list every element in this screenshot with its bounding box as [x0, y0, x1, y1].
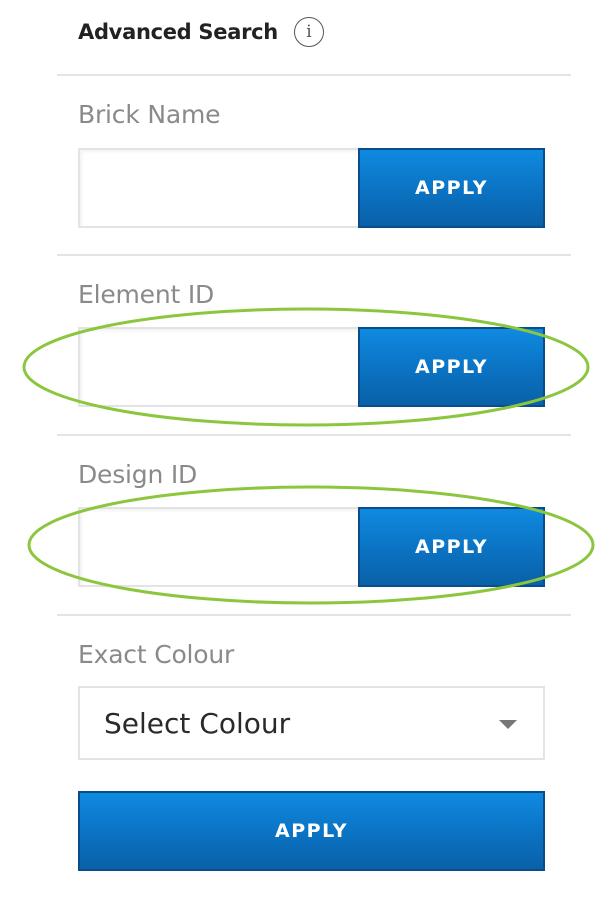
brick-name-row: APPLY — [78, 148, 545, 228]
advanced-search-title: Advanced Search — [78, 20, 278, 44]
brick-name-label: Brick Name — [78, 100, 221, 129]
element-id-label: Element ID — [78, 280, 215, 309]
advanced-search-panel: Advanced Search i Brick Name APPLY Eleme… — [0, 0, 615, 898]
design-id-row: APPLY — [78, 507, 545, 587]
design-id-label: Design ID — [78, 460, 198, 489]
design-id-input[interactable] — [78, 507, 358, 587]
annotation-overlay — [22, 307, 595, 605]
divider — [57, 74, 571, 76]
design-id-apply-button[interactable]: APPLY — [358, 507, 545, 587]
element-id-input[interactable] — [78, 327, 358, 407]
brick-name-input[interactable] — [78, 148, 358, 228]
colour-apply-button[interactable]: APPLY — [78, 791, 545, 871]
brick-name-apply-button[interactable]: APPLY — [358, 148, 545, 228]
exact-colour-label: Exact Colour — [78, 640, 235, 669]
divider — [57, 614, 571, 616]
info-icon[interactable]: i — [293, 17, 324, 47]
divider — [57, 434, 571, 436]
element-id-apply-button[interactable]: APPLY — [358, 327, 545, 407]
colour-select[interactable]: Select Colour — [78, 686, 545, 760]
advanced-search-header: Advanced Search i — [78, 14, 324, 50]
chevron-down-icon — [499, 720, 517, 729]
element-id-row: APPLY — [78, 327, 545, 407]
divider — [57, 254, 571, 256]
colour-select-value: Select Colour — [104, 706, 291, 740]
